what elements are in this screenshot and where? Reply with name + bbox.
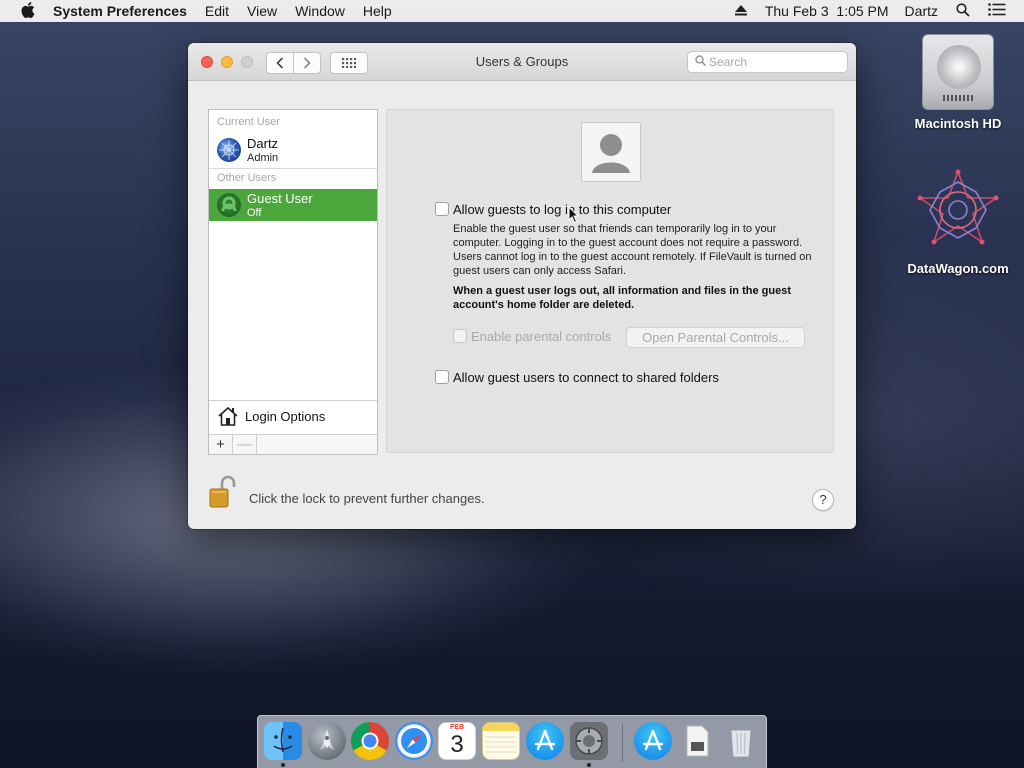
datawagon-logo-icon: [917, 169, 999, 245]
menu-clock[interactable]: Thu Feb 3 1:05 PM: [765, 3, 889, 19]
finder-icon[interactable]: [264, 722, 302, 760]
running-indicator: [587, 763, 591, 767]
desktop-icon-label: DataWagon.com: [907, 261, 1009, 276]
current-user-header: Current User: [217, 116, 280, 128]
user-name: Guest User: [247, 191, 313, 206]
shared-folders-checkbox[interactable]: [435, 370, 449, 384]
menu-user[interactable]: Dartz: [905, 3, 938, 19]
parental-controls-checkbox[interactable]: [453, 329, 467, 343]
guest-avatar-icon: [217, 193, 241, 217]
divider: [209, 168, 377, 169]
calendar-month: FEB: [450, 724, 464, 731]
mouse-cursor-icon: [568, 206, 580, 224]
menu-edit[interactable]: Edit: [205, 3, 229, 19]
menu-help[interactable]: Help: [363, 3, 392, 19]
menu-app-name[interactable]: System Preferences: [53, 3, 187, 19]
menu-bar: System Preferences Edit View Window Help…: [0, 0, 1024, 22]
login-options-label: Login Options: [245, 409, 326, 424]
help-button[interactable]: ?: [812, 489, 834, 511]
users-groups-window: Users & Groups Current User Dartz Admin …: [188, 43, 856, 529]
user-status: Off: [247, 207, 262, 219]
guest-warning: When a guest user logs out, all informat…: [453, 285, 791, 311]
calendar-icon[interactable]: FEB 3: [438, 722, 476, 760]
guest-picture: [581, 122, 641, 182]
dock: FEB 3: [257, 715, 767, 768]
spotlight-search-icon[interactable]: [956, 2, 970, 20]
other-users-header: Other Users: [217, 172, 277, 184]
search-field[interactable]: [687, 51, 848, 73]
calendar-day: 3: [450, 731, 464, 758]
add-user-button[interactable]: +: [209, 435, 233, 454]
dock-separator: [622, 724, 623, 762]
desktop-icon-label: Macintosh HD: [914, 116, 1002, 131]
file-icon[interactable]: [678, 722, 716, 760]
guest-description: Enable the guest user so that friends ca…: [453, 223, 812, 277]
parental-controls-label[interactable]: Enable parental controls: [471, 329, 611, 344]
user-row-guest[interactable]: Guest User Off: [209, 189, 377, 221]
menu-window[interactable]: Window: [295, 3, 345, 19]
remove-user-button[interactable]: —: [233, 435, 257, 454]
shared-folders-label[interactable]: Allow guest users to connect to shared f…: [453, 370, 719, 385]
chrome-icon[interactable]: [351, 722, 389, 760]
desktop-icon-macintosh-hd[interactable]: Macintosh HD: [903, 34, 1013, 131]
search-icon: [691, 55, 709, 69]
list-controls: + —: [209, 434, 377, 454]
open-parental-controls-button[interactable]: Open Parental Controls...: [626, 327, 805, 348]
user-row-dartz[interactable]: Dartz Admin: [209, 134, 377, 166]
launchpad-icon[interactable]: [308, 722, 346, 760]
guest-settings-pane: Allow guests to log in to this computer …: [386, 109, 834, 453]
title-bar[interactable]: Users & Groups: [188, 43, 856, 81]
user-role: Admin: [247, 152, 279, 164]
safari-icon[interactable]: [395, 722, 433, 760]
menu-view[interactable]: View: [247, 3, 277, 19]
lock-icon[interactable]: [208, 475, 238, 509]
trash-icon[interactable]: [722, 722, 760, 760]
app-store-icon[interactable]: [526, 722, 564, 760]
search-input[interactable]: [709, 55, 839, 69]
user-name: Dartz: [247, 136, 279, 151]
hard-drive-icon: [922, 34, 994, 110]
eject-icon[interactable]: [734, 3, 747, 19]
system-preferences-icon[interactable]: [570, 722, 608, 760]
app-store-icon[interactable]: [634, 722, 672, 760]
lock-text: Click the lock to prevent further change…: [249, 491, 485, 506]
apple-icon[interactable]: [18, 1, 38, 21]
allow-guest-login-label[interactable]: Allow guests to log in to this computer: [453, 202, 671, 217]
running-indicator: [281, 763, 285, 767]
allow-guest-login-checkbox[interactable]: [435, 202, 449, 216]
house-icon: [218, 406, 238, 426]
user-silhouette-icon: [592, 134, 630, 173]
desktop-icon-datawagon[interactable]: DataWagon.com: [903, 168, 1013, 276]
user-list: Current User Dartz Admin Other Users Gue…: [208, 109, 378, 455]
notes-icon[interactable]: [482, 722, 520, 760]
notification-center-icon[interactable]: [988, 3, 1006, 19]
avatar: [217, 138, 241, 162]
login-options-item[interactable]: Login Options: [209, 400, 377, 434]
